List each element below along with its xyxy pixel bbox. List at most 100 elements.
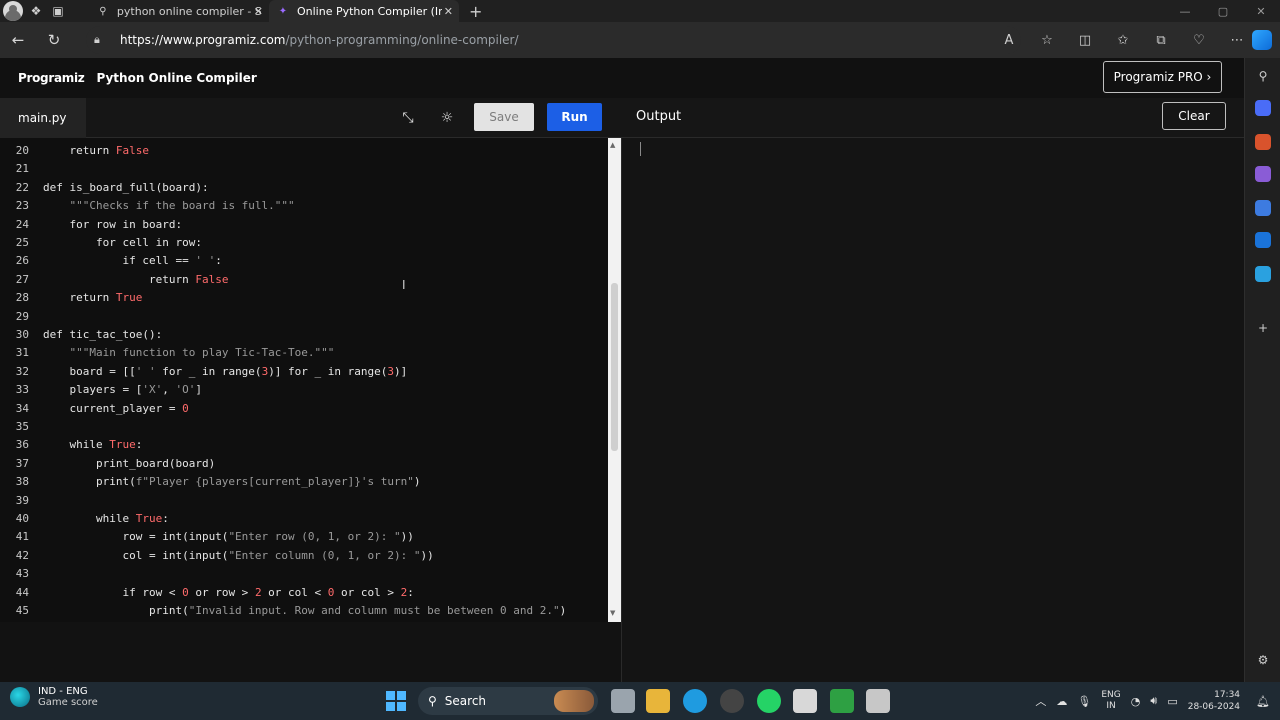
back-icon[interactable]: ← bbox=[0, 31, 36, 49]
code-line[interactable]: 39 bbox=[0, 492, 608, 510]
close-window-icon[interactable]: ✕ bbox=[1242, 5, 1280, 18]
favorite-star-icon[interactable]: ☆ bbox=[1028, 33, 1066, 48]
minimize-icon[interactable]: — bbox=[1166, 5, 1204, 18]
clock[interactable]: 17:34 28-06-2024 bbox=[1188, 689, 1240, 713]
programiz-logo[interactable]: Programiz bbox=[18, 71, 85, 85]
taskbar-search[interactable]: ⚲ Search bbox=[418, 687, 598, 715]
sidebar-shopping-icon[interactable] bbox=[1255, 134, 1271, 150]
code-line[interactable]: 40 while True: bbox=[0, 510, 608, 528]
browser-tab-strip: ❖ ▣ ⚲ python online compiler - Search ✕ … bbox=[0, 0, 1280, 22]
code-line[interactable]: 45 print("Invalid input. Row and column … bbox=[0, 602, 608, 620]
code-line[interactable]: 36 while True: bbox=[0, 436, 608, 454]
start-button[interactable] bbox=[386, 691, 406, 711]
language-indicator[interactable]: ENG IN bbox=[1101, 690, 1120, 712]
store-icon[interactable] bbox=[793, 689, 817, 713]
clear-button[interactable]: Clear bbox=[1162, 102, 1226, 130]
sidebar-outlook-icon[interactable] bbox=[1255, 232, 1271, 248]
edge-icon[interactable] bbox=[683, 689, 707, 713]
code-line[interactable]: 27 return False bbox=[0, 271, 608, 289]
whatsapp-icon[interactable] bbox=[757, 689, 781, 713]
sidebar-search-icon[interactable]: ⚲ bbox=[1255, 68, 1271, 84]
scrollbar-thumb[interactable] bbox=[611, 283, 618, 451]
sidebar-add-icon[interactable]: + bbox=[1255, 320, 1271, 336]
code-line[interactable]: 41 row = int(input("Enter row (0, 1, or … bbox=[0, 528, 608, 546]
tab-actions-icon[interactable]: ▣ bbox=[49, 2, 67, 20]
sidebar-telegram-icon[interactable] bbox=[1255, 266, 1271, 282]
refresh-icon[interactable]: ↻ bbox=[36, 31, 72, 49]
copilot-icon[interactable] bbox=[1252, 30, 1272, 50]
code-line[interactable]: 22 def is_board_full(board): bbox=[0, 179, 608, 197]
line-number: 27 bbox=[15, 272, 29, 286]
xbox-icon[interactable] bbox=[830, 689, 854, 713]
output-pane[interactable] bbox=[621, 138, 1244, 682]
file-explorer-icon[interactable] bbox=[646, 689, 670, 713]
workspaces-icon[interactable]: ❖ bbox=[27, 2, 45, 20]
code-line[interactable]: 42 col = int(input("Enter column (0, 1, … bbox=[0, 547, 608, 565]
tray-chevron-icon[interactable]: ︿ bbox=[1035, 693, 1046, 709]
close-tab-icon[interactable]: ✕ bbox=[254, 5, 263, 18]
programiz-pro-button[interactable]: Programiz PRO › bbox=[1103, 61, 1222, 93]
sidebar-copilot-icon[interactable] bbox=[1255, 100, 1271, 116]
code-line[interactable]: 33 players = ['X', 'O'] bbox=[0, 381, 608, 399]
maximize-icon[interactable]: ▢ bbox=[1204, 5, 1242, 18]
code-line[interactable]: 23 """Checks if the board is full.""" bbox=[0, 197, 608, 215]
run-button[interactable]: Run bbox=[547, 103, 602, 131]
tab-compiler[interactable]: ✦ Online Python Compiler (Interpreter) ✕ bbox=[269, 0, 459, 22]
close-tab-icon[interactable]: ✕ bbox=[444, 5, 453, 18]
snipping-tool-icon[interactable] bbox=[866, 689, 890, 713]
code-line[interactable]: 31 """Main function to play Tic-Tac-Toe.… bbox=[0, 344, 608, 362]
code-line[interactable]: 34 current_player = 0 bbox=[0, 400, 608, 418]
sidebar-tools-icon[interactable] bbox=[1255, 166, 1271, 182]
collections-icon[interactable]: ⧉ bbox=[1142, 33, 1180, 48]
task-view-icon[interactable] bbox=[611, 689, 635, 713]
sidebar-games-icon[interactable] bbox=[1255, 200, 1271, 216]
code-text: if cell == ' ': bbox=[43, 254, 222, 268]
battery-icon[interactable]: ▭ bbox=[1167, 695, 1177, 708]
code-line[interactable]: 37 print_board(board) bbox=[0, 455, 608, 473]
notification-bell-icon[interactable]: 🔔︎ bbox=[1256, 695, 1270, 708]
browser-essentials-icon[interactable]: ♡ bbox=[1180, 33, 1218, 48]
code-line[interactable]: 29 bbox=[0, 308, 608, 326]
code-line[interactable]: 28 return True bbox=[0, 289, 608, 307]
start-tile bbox=[397, 702, 406, 711]
code-line[interactable]: 26 if cell == ' ': bbox=[0, 252, 608, 270]
tab-search[interactable]: ⚲ python online compiler - Search ✕ bbox=[89, 0, 269, 22]
code-line[interactable]: 25 for cell in row: bbox=[0, 234, 608, 252]
code-line[interactable]: 43 bbox=[0, 565, 608, 583]
code-line[interactable]: 44 if row < 0 or row > 2 or col < 0 or c… bbox=[0, 584, 608, 602]
code-line[interactable]: 35 bbox=[0, 418, 608, 436]
file-tab-main[interactable]: main.py bbox=[0, 98, 86, 138]
microphone-icon[interactable]: 🎙︎ bbox=[1077, 695, 1091, 708]
sidebar-settings-icon[interactable]: ⚙ bbox=[1255, 652, 1271, 668]
window-controls: — ▢ ✕ bbox=[1166, 0, 1280, 22]
theme-toggle-icon[interactable]: ☼ bbox=[435, 106, 459, 130]
more-menu-icon[interactable]: ⋯ bbox=[1218, 33, 1256, 48]
profile-avatar-icon[interactable] bbox=[3, 1, 23, 21]
code-line[interactable]: 21 bbox=[0, 160, 608, 178]
code-line[interactable]: 20 return False bbox=[0, 142, 608, 160]
scroll-down-arrow-icon[interactable]: ▼ bbox=[610, 609, 615, 617]
code-line[interactable]: 38 print(f"Player {players[current_playe… bbox=[0, 473, 608, 491]
widgets-button[interactable]: IND - ENG Game score bbox=[10, 686, 98, 708]
code-line[interactable]: 32 board = [[' ' for _ in range(3)] for … bbox=[0, 363, 608, 381]
dell-icon[interactable] bbox=[720, 689, 744, 713]
wifi-icon[interactable]: ◔ bbox=[1131, 695, 1141, 708]
editor-scrollbar[interactable]: ▲ ▼ bbox=[608, 138, 621, 622]
code-line[interactable]: 30 def tic_tac_toe(): bbox=[0, 326, 608, 344]
address-bar[interactable]: 🔒︎ https://www.programiz.com /python-pro… bbox=[86, 26, 1021, 54]
volume-icon[interactable]: 🔊︎ bbox=[1150, 694, 1157, 708]
favorites-icon[interactable]: ✩ bbox=[1104, 33, 1142, 48]
scroll-up-arrow-icon[interactable]: ▲ bbox=[610, 141, 615, 149]
code-line[interactable]: 24 for row in board: bbox=[0, 216, 608, 234]
fullscreen-exit-icon[interactable]: ⤡ bbox=[396, 106, 420, 130]
tray-app-icon[interactable]: ☁ bbox=[1056, 695, 1067, 708]
url-host: https://www.programiz.com bbox=[120, 33, 286, 47]
widget-line-1: IND - ENG bbox=[38, 686, 88, 697]
code-text: for row in board: bbox=[43, 217, 183, 231]
new-tab-icon[interactable]: + bbox=[469, 2, 482, 21]
edge-sidebar: ⚲ + ⚙ bbox=[1244, 58, 1280, 682]
read-aloud-icon[interactable]: A bbox=[990, 33, 1028, 48]
split-screen-icon[interactable]: ◫ bbox=[1066, 33, 1104, 48]
save-button[interactable]: Save bbox=[474, 103, 534, 131]
code-editor[interactable]: 20 return False 21 22 def is_board_full(boa… bbox=[0, 138, 608, 622]
